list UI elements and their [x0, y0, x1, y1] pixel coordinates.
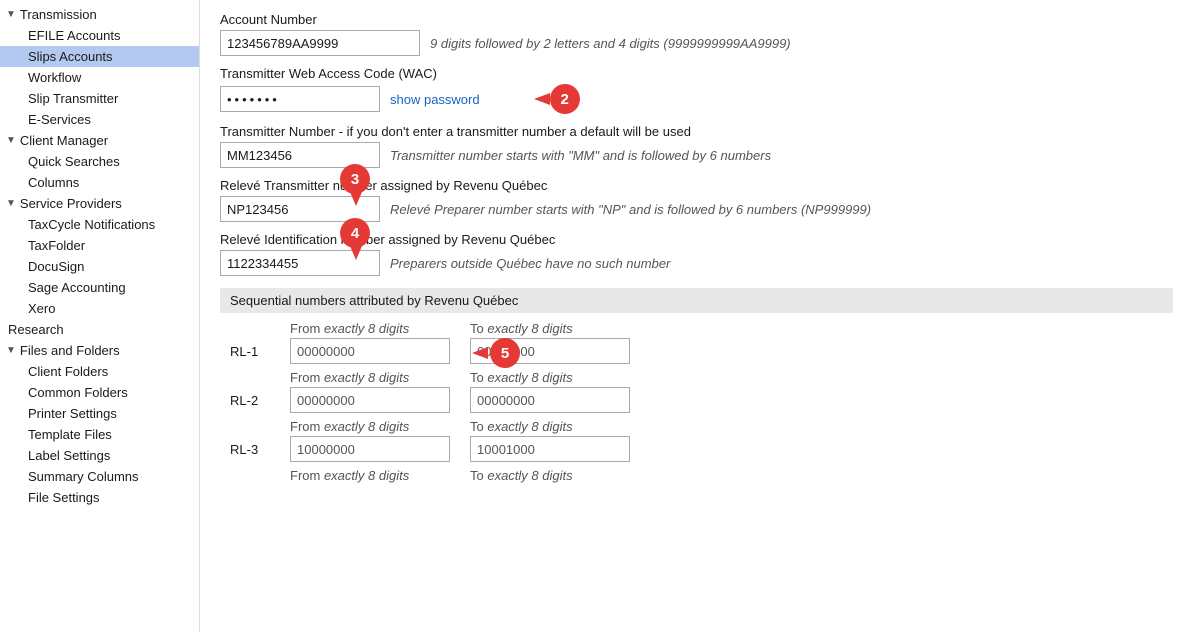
sidebar-item-client-folders[interactable]: Client Folders [0, 361, 199, 382]
rl1-to-header: To exactly 8 digits [470, 321, 650, 336]
triangle-icon: ▼ [6, 345, 16, 356]
sidebar-item-printer-settings[interactable]: Printer Settings [0, 403, 199, 424]
rl1-from-input[interactable] [290, 338, 450, 364]
account-number-input[interactable] [220, 30, 420, 56]
sidebar-item-sage-accounting[interactable]: Sage Accounting [0, 277, 199, 298]
bottom-from-header: From exactly 8 digits [290, 468, 470, 483]
wac-label: Transmitter Web Access Code (WAC) [220, 66, 1173, 81]
releve-transmitter-group: Relevé Transmitter number assigned by Re… [220, 178, 1173, 222]
bottom-header-row: From exactly 8 digits To exactly 8 digit… [230, 468, 1173, 483]
badge-4: 4 [340, 218, 370, 248]
badge-3-arrow [350, 192, 362, 206]
account-number-label: Account Number [220, 12, 1173, 27]
rl2-from-header: From exactly 8 digits [290, 370, 470, 385]
rl1-from-header: From exactly 8 digits [290, 321, 470, 336]
transmitter-number-group: Transmitter Number - if you don't enter … [220, 124, 1173, 168]
sidebar-item-common-folders[interactable]: Common Folders [0, 382, 199, 403]
sequential-section-header: Sequential numbers attributed by Revenu … [220, 288, 1173, 313]
sidebar: ▼ Transmission EFILE Accounts Slips Acco… [0, 0, 200, 632]
account-number-hint: 9 digits followed by 2 letters and 4 dig… [430, 36, 791, 51]
rl2-label: RL-2 [230, 393, 290, 408]
sidebar-item-e-services[interactable]: E-Services [0, 109, 199, 130]
badge-5: 5 [490, 338, 520, 368]
rl3-to-input[interactable] [470, 436, 630, 462]
badge-2-arrow [534, 93, 550, 105]
account-number-group: Account Number 9 digits followed by 2 le… [220, 12, 1173, 56]
triangle-icon: ▼ [6, 9, 16, 20]
sidebar-item-taxcycle-notifications[interactable]: TaxCycle Notifications [0, 214, 199, 235]
releve-id-hint: Preparers outside Québec have no such nu… [390, 256, 670, 271]
sidebar-item-file-settings[interactable]: File Settings [0, 487, 199, 508]
sidebar-item-efile-accounts[interactable]: EFILE Accounts [0, 25, 199, 46]
sidebar-section-service-providers-label: Service Providers [20, 196, 122, 211]
wac-input[interactable] [220, 86, 380, 112]
wac-row: show password 2 [220, 84, 1173, 114]
show-password-link[interactable]: show password [390, 92, 480, 107]
sidebar-item-template-files[interactable]: Template Files [0, 424, 199, 445]
sidebar-item-slip-transmitter[interactable]: Slip Transmitter [0, 88, 199, 109]
rl2-to-input[interactable] [470, 387, 630, 413]
rl3-data-row: RL-3 [230, 436, 1173, 462]
wac-group: Transmitter Web Access Code (WAC) show p… [220, 66, 1173, 114]
badge-5-arrow [472, 347, 488, 359]
sidebar-section-client-manager[interactable]: ▼ Client Manager [0, 130, 199, 151]
main-content: Account Number 9 digits followed by 2 le… [200, 0, 1193, 632]
sidebar-item-docusign[interactable]: DocuSign [0, 256, 199, 277]
rl3-from-header: From exactly 8 digits [290, 419, 470, 434]
sidebar-section-files-and-folders-label: Files and Folders [20, 343, 120, 358]
sidebar-section-client-manager-label: Client Manager [20, 133, 108, 148]
sidebar-item-xero[interactable]: Xero [0, 298, 199, 319]
rl3-to-header: To exactly 8 digits [470, 419, 650, 434]
releve-transmitter-hint: Relevé Preparer number starts with "NP" … [390, 202, 871, 217]
rl3-header-row: From exactly 8 digits To exactly 8 digit… [230, 419, 1173, 434]
bottom-to-header: To exactly 8 digits [470, 468, 650, 483]
badge-4-arrow [350, 246, 362, 260]
sidebar-item-summary-columns[interactable]: Summary Columns [0, 466, 199, 487]
triangle-icon: ▼ [6, 135, 16, 146]
rl3-from-input[interactable] [290, 436, 450, 462]
rl2-to-header: To exactly 8 digits [470, 370, 650, 385]
releve-id-group: Relevé Identification number assigned by… [220, 232, 1173, 276]
sidebar-item-slips-accounts[interactable]: Slips Accounts [0, 46, 199, 67]
sidebar-section-transmission[interactable]: ▼ Transmission [0, 4, 199, 25]
rl1-header-row: From exactly 8 digits To exactly 8 digit… [230, 321, 1173, 336]
rl2-data-row: RL-2 [230, 387, 1173, 413]
sidebar-section-transmission-label: Transmission [20, 7, 97, 22]
sequential-table: From exactly 8 digits To exactly 8 digit… [230, 321, 1173, 483]
sidebar-section-files-and-folders[interactable]: ▼ Files and Folders [0, 340, 199, 361]
sidebar-item-research[interactable]: Research [0, 319, 199, 340]
sidebar-item-label-settings[interactable]: Label Settings [0, 445, 199, 466]
transmitter-number-label: Transmitter Number - if you don't enter … [220, 124, 1173, 139]
badge-3: 3 [340, 164, 370, 194]
triangle-icon: ▼ [6, 198, 16, 209]
rl3-label: RL-3 [230, 442, 290, 457]
badge-2: 2 [550, 84, 580, 114]
rl2-header-row: From exactly 8 digits To exactly 8 digit… [230, 370, 1173, 385]
sidebar-section-service-providers[interactable]: ▼ Service Providers [0, 193, 199, 214]
sidebar-item-columns[interactable]: Columns [0, 172, 199, 193]
sidebar-item-quick-searches[interactable]: Quick Searches [0, 151, 199, 172]
rl1-label: RL-1 [230, 344, 290, 359]
rl1-data-row: RL-1 5 [230, 338, 1173, 364]
rl2-from-input[interactable] [290, 387, 450, 413]
transmitter-number-hint: Transmitter number starts with "MM" and … [390, 148, 771, 163]
sidebar-item-taxfolder[interactable]: TaxFolder [0, 235, 199, 256]
sidebar-item-workflow[interactable]: Workflow [0, 67, 199, 88]
